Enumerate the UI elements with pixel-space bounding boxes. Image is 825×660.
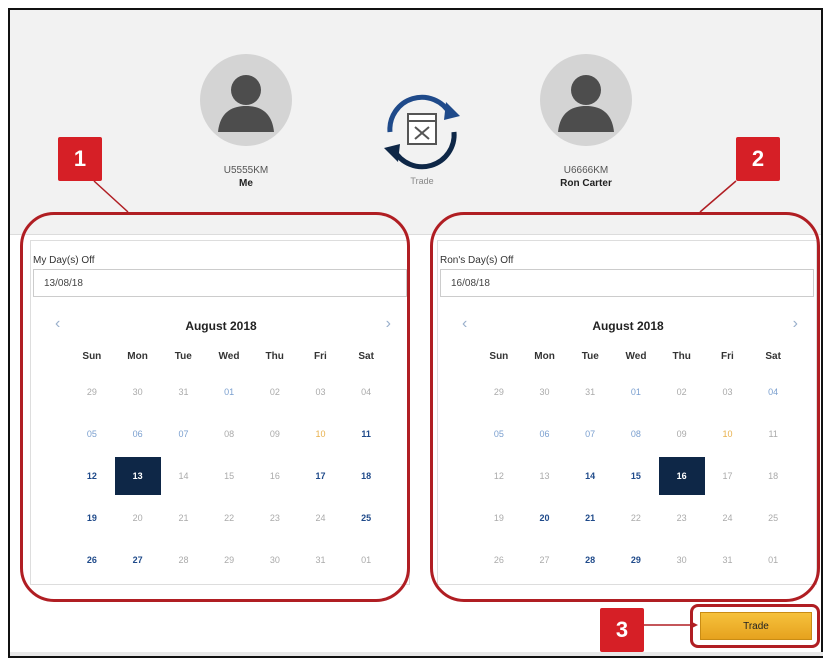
left-user-name: Me [239,178,253,189]
callout-badge-3: 3 [600,608,644,652]
avatar-right [540,54,632,146]
callout-outline-left [20,212,410,602]
callout-badge-2: 2 [736,137,780,181]
trade-header: U5555KM Me Trade U6666KM Ron Carter [10,10,821,235]
trade-caption: Trade [410,176,434,186]
avatar-left [200,54,292,146]
right-user-id: U6666KM [563,165,609,176]
user-silhouette-icon [558,75,614,132]
trade-swap-icon [384,94,460,170]
right-user-name: Ron Carter [560,178,612,189]
left-user-id: U5555KM [223,165,269,176]
callout-outline-right [430,212,820,602]
trade-button[interactable]: Trade [700,612,812,640]
bottom-divider [10,652,823,656]
user-silhouette-icon [218,75,274,132]
callout-badge-1: 1 [58,137,102,181]
